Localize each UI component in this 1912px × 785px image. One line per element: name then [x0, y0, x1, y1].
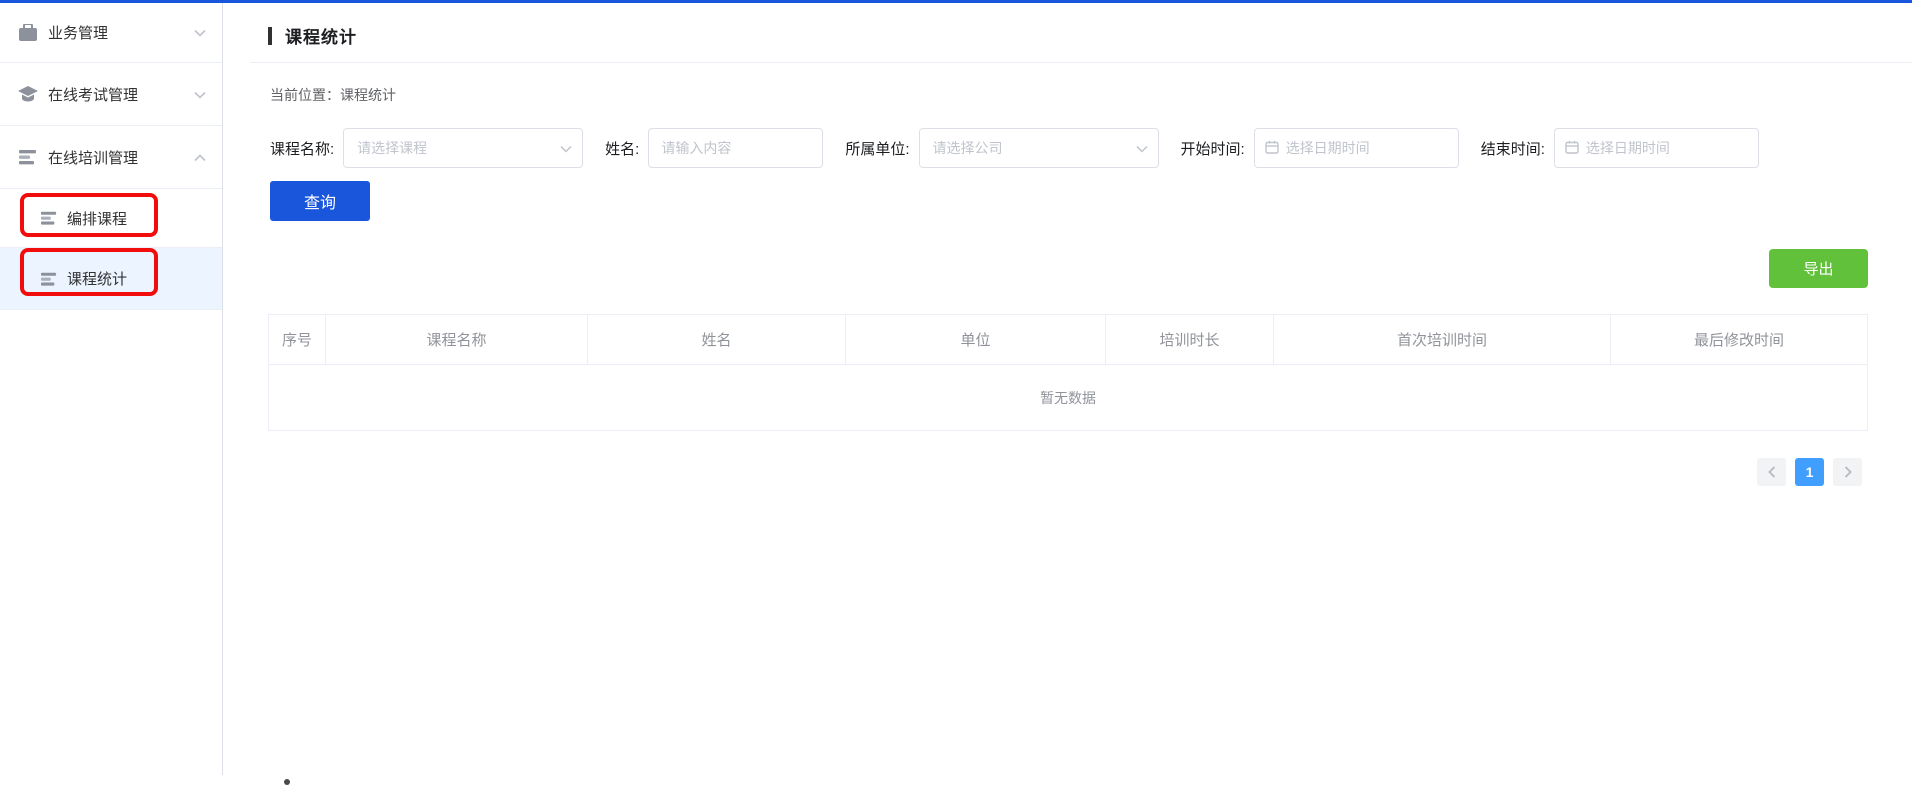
course-name-select[interactable]: 请选择课程 [343, 128, 583, 168]
sidebar-item-business-management[interactable]: 业务管理 [0, 3, 222, 63]
start-time-label: 开始时间: [1181, 138, 1245, 159]
chevron-left-icon [1768, 466, 1776, 478]
course-name-label: 课程名称: [270, 138, 334, 159]
calendar-icon [1265, 140, 1279, 157]
table-header-training-duration: 培训时长 [1106, 315, 1274, 364]
name-input[interactable] [648, 128, 823, 168]
sidebar-subitem-label: 课程统计 [67, 268, 127, 289]
filter-row: 课程名称: 请选择课程 姓名: 所属单位: 请选择公司 开始时间: [270, 128, 1912, 168]
briefcase-icon [18, 24, 38, 42]
name-label: 姓名: [605, 138, 639, 159]
end-time-picker[interactable]: 选择日期时间 [1554, 128, 1759, 168]
sidebar-item-label: 在线考试管理 [48, 84, 138, 105]
course-statistics-table: 序号 课程名称 姓名 单位 培训时长 首次培训时间 最后修改时间 暂无数据 [268, 314, 1868, 431]
unit-select-placeholder: 请选择公司 [933, 138, 1136, 158]
calendar-icon [1565, 140, 1579, 157]
table-header-index: 序号 [269, 315, 326, 364]
breadcrumb-prefix: 当前位置： [270, 87, 340, 103]
chevron-down-icon [1136, 140, 1148, 156]
unit-select[interactable]: 请选择公司 [919, 128, 1159, 168]
pagination: 1 [224, 458, 1862, 486]
pagination-next-button[interactable] [1833, 458, 1862, 486]
list-bars-icon [40, 210, 58, 226]
filter-group-unit: 所属单位: 请选择公司 [845, 128, 1158, 168]
end-time-placeholder: 选择日期时间 [1586, 138, 1670, 158]
table-header-name: 姓名 [588, 315, 846, 364]
chevron-down-icon [194, 86, 206, 103]
list-bars-icon [40, 271, 58, 287]
breadcrumb: 当前位置：课程统计 [270, 85, 1912, 105]
chevron-right-icon [1844, 466, 1852, 478]
title-accent-bar [268, 27, 272, 45]
unit-label: 所属单位: [845, 138, 909, 159]
main-content: 课程统计 当前位置：课程统计 课程名称: 请选择课程 姓名: 所属单位: 请选择… [224, 3, 1912, 784]
table-empty-state: 暂无数据 [269, 365, 1867, 430]
query-row: 查询 [270, 181, 1912, 221]
sidebar-item-label: 业务管理 [48, 22, 108, 43]
table-header-course-name: 课程名称 [326, 315, 588, 364]
page-title-row: 课程统计 [224, 3, 1912, 48]
pagination-page-1[interactable]: 1 [1795, 458, 1824, 486]
page-title: 课程统计 [285, 23, 357, 48]
pagination-prev-button[interactable] [1757, 458, 1786, 486]
sidebar: 业务管理 在线考试管理 在线培训管理 编排课程 课程统计 [0, 3, 223, 775]
filter-group-start-time: 开始时间: 选择日期时间 [1181, 128, 1459, 168]
sidebar-item-online-training-management[interactable]: 在线培训管理 [0, 126, 222, 189]
export-button[interactable]: 导出 [1769, 249, 1868, 288]
end-time-label: 结束时间: [1481, 138, 1545, 159]
start-time-picker[interactable]: 选择日期时间 [1254, 128, 1459, 168]
query-button[interactable]: 查询 [270, 181, 370, 221]
table-header-last-modified-time: 最后修改时间 [1611, 315, 1867, 364]
start-time-placeholder: 选择日期时间 [1286, 138, 1370, 158]
sidebar-subitem-course-statistics[interactable]: 课程统计 [0, 248, 222, 310]
filter-group-name: 姓名: [605, 128, 823, 168]
title-divider [250, 62, 1912, 63]
breadcrumb-current: 课程统计 [340, 87, 396, 103]
sidebar-subitem-label: 编排课程 [67, 208, 127, 229]
export-row: 导出 [224, 249, 1868, 288]
list-bars-icon [18, 148, 38, 166]
graduation-cap-icon [18, 85, 38, 103]
table-header-unit: 单位 [846, 315, 1106, 364]
filter-group-course-name: 课程名称: 请选择课程 [270, 128, 583, 168]
chevron-down-icon [194, 24, 206, 41]
sidebar-item-online-exam-management[interactable]: 在线考试管理 [0, 63, 222, 126]
course-name-select-placeholder: 请选择课程 [357, 138, 560, 158]
table-header-row: 序号 课程名称 姓名 单位 培训时长 首次培训时间 最后修改时间 [269, 315, 1867, 365]
clipped-bottom-element [284, 779, 290, 785]
filter-group-end-time: 结束时间: 选择日期时间 [1481, 128, 1759, 168]
chevron-down-icon [560, 140, 572, 156]
chevron-up-icon [194, 149, 206, 166]
table-header-first-training-time: 首次培训时间 [1274, 315, 1611, 364]
sidebar-subitem-arrange-courses[interactable]: 编排课程 [0, 189, 222, 248]
sidebar-item-label: 在线培训管理 [48, 147, 138, 168]
